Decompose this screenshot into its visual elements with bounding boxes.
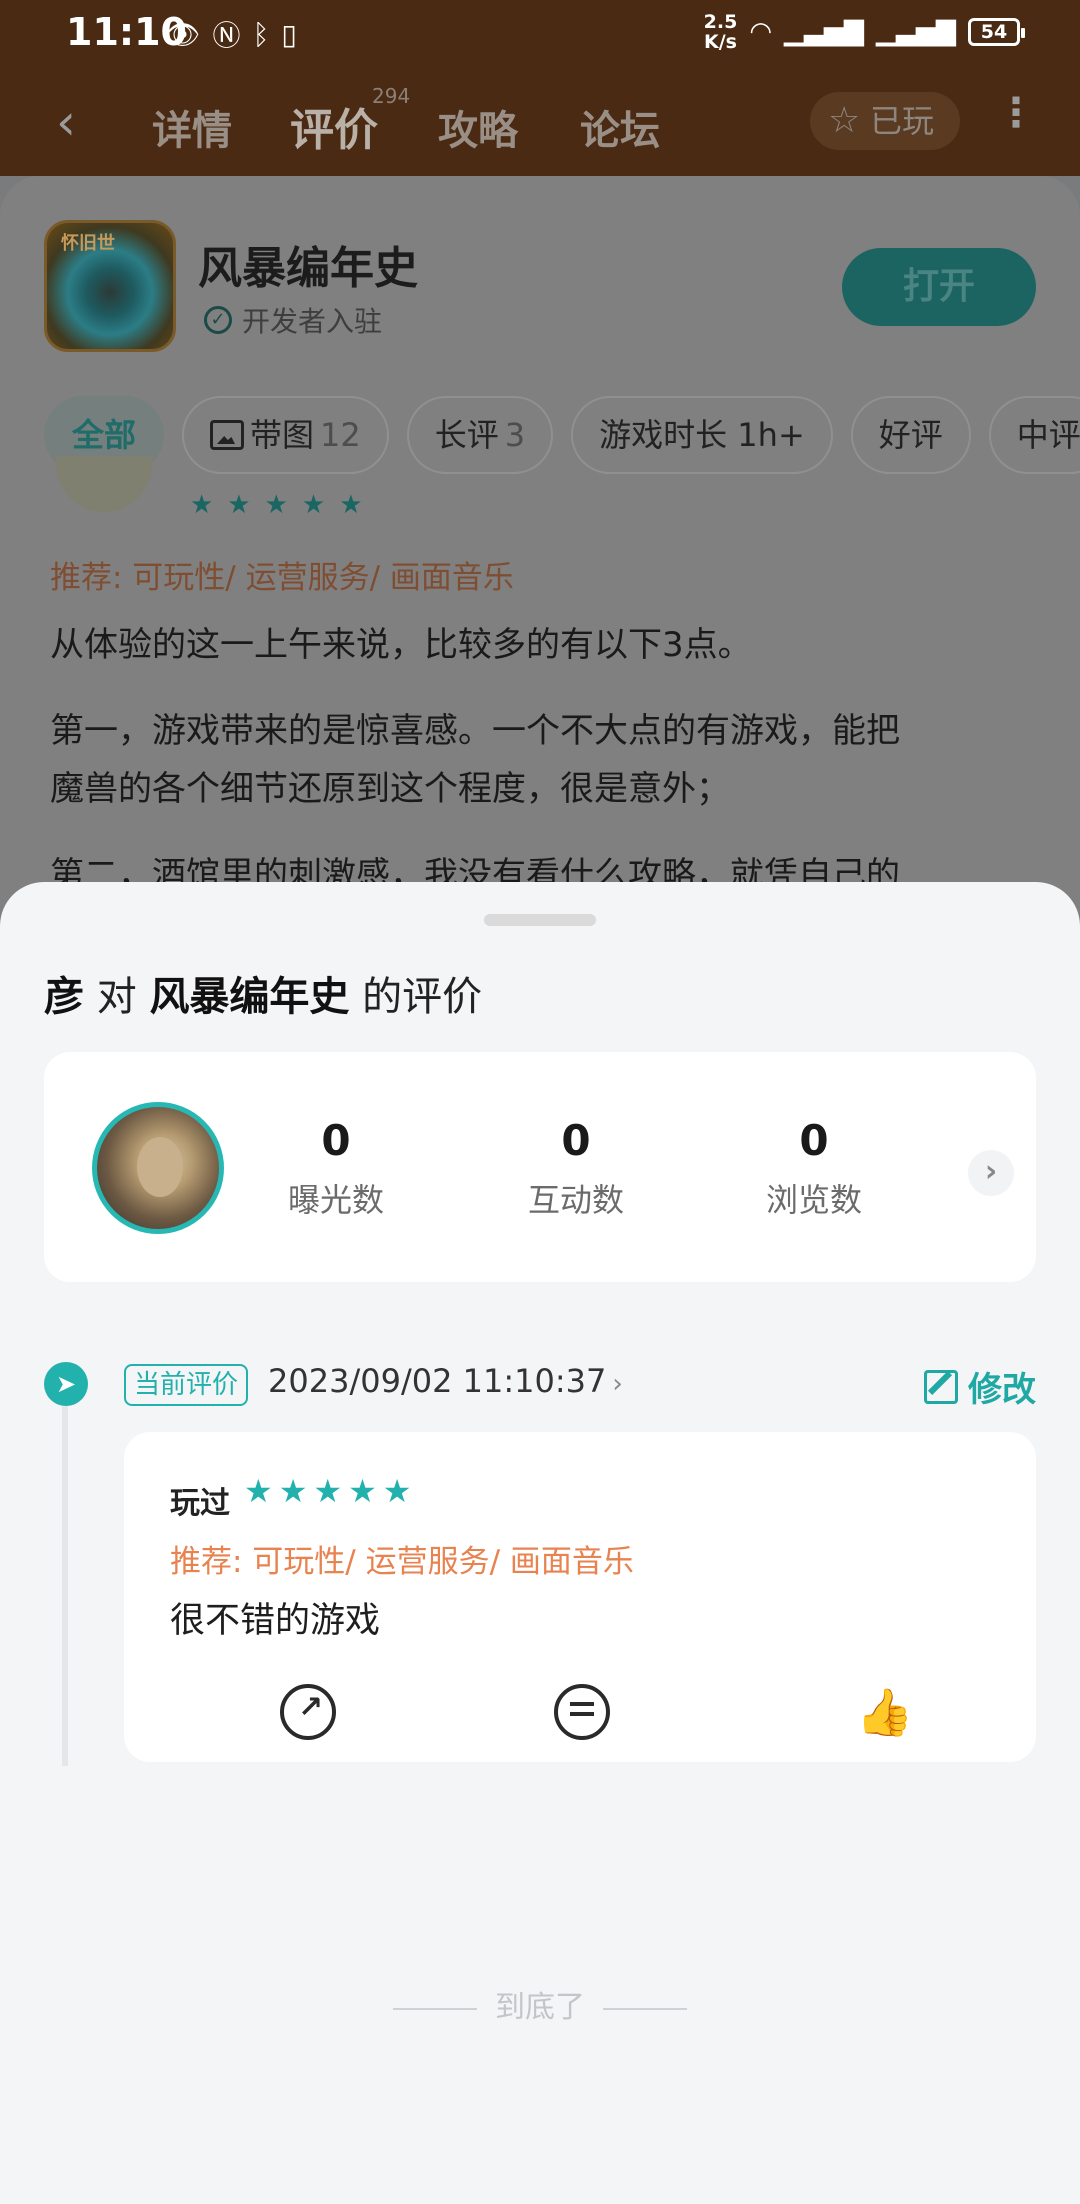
app-header-card: 怀旧世 风暴编年史 ✓ 开发者入驻 打开 全部 带图 12 长评 3 游戏时长 1h… <box>0 176 1080 496</box>
filter-label: 好评 <box>878 416 943 454</box>
user-name: 彦 <box>44 974 84 1020</box>
check-circle-icon: ✓ <box>204 306 232 334</box>
star-outline-icon: ☆ <box>828 100 861 141</box>
review-text: 很不错的游戏 <box>170 1601 381 1641</box>
filter-chips: 全部 带图 12 长评 3 游戏时长 1h+ 好评 中评 <box>44 396 1080 474</box>
edit-icon <box>924 1369 958 1404</box>
comment-icon[interactable] <box>554 1684 610 1740</box>
played-label: 玩过 <box>170 1486 230 1521</box>
recommend-tags: 推荐: 可玩性/ 运营服务/ 画面音乐 <box>50 560 514 596</box>
title-connector: 对 <box>96 974 137 1020</box>
end-text: 到底了 <box>495 1990 585 2025</box>
thumbs-up-icon[interactable]: 👍 <box>856 1684 913 1740</box>
stat-label: 浏览数 <box>765 1181 862 1219</box>
app-icon: 怀旧世 <box>44 220 176 352</box>
eye-icon: 👁 <box>165 17 201 51</box>
filter-neutral[interactable]: 中评 <box>988 396 1080 474</box>
review-count-badge: 294 <box>372 84 411 108</box>
played-button[interactable]: ☆ 已玩 <box>810 92 960 150</box>
open-button[interactable]: 打开 <box>842 248 1036 326</box>
signal-5g-icon: ▁▃▅▇ <box>784 17 865 47</box>
net-speed-value: 2.5 <box>703 11 738 33</box>
status-right: 2.5 K/s ◠ ▁▃▅▇ ▁▃▅▇ 54 <box>704 12 1025 52</box>
tab-forum[interactable]: 论坛 <box>580 98 660 156</box>
stat-interactions: 0 互动数 <box>506 1116 646 1221</box>
tab-details[interactable]: 详情 <box>152 98 232 156</box>
filter-with-images[interactable]: 带图 12 <box>182 396 389 474</box>
stat-label: 互动数 <box>527 1181 624 1219</box>
edit-label: 修改 <box>968 1370 1036 1410</box>
more-menu-icon[interactable]: ⋮ <box>996 90 1036 136</box>
played-label: 已玩 <box>870 102 935 140</box>
avatar <box>56 456 152 512</box>
top-bar: 11:10 👁 Ⓝ ᛒ ▯ 2.5 K/s ◠ ▁▃▅▇ ▁▃▅▇ 54 ‹ 详… <box>0 0 1080 176</box>
developer-row: ✓ 开发者入驻 <box>204 300 382 340</box>
back-arrow-icon[interactable]: ‹ <box>56 96 96 148</box>
stat-views: 0 浏览数 <box>744 1116 884 1221</box>
review-date-text: 2023/09/02 11:10:37 <box>268 1362 607 1400</box>
image-icon <box>210 420 245 450</box>
game-name: 风暴编年史 <box>149 974 350 1020</box>
filter-label: 中评 <box>1016 416 1080 454</box>
recommend-tags: 推荐: 可玩性/ 运营服务/ 画面音乐 <box>170 1544 634 1580</box>
signal-4g-icon: ▁▃▅▇ <box>876 17 956 47</box>
filter-label: 游戏时长 1h+ <box>599 416 805 454</box>
tab-guides[interactable]: 攻略 <box>438 98 518 156</box>
vibrate-icon: ▯ <box>281 17 297 51</box>
stat-exposure: 0 曝光数 <box>266 1116 406 1221</box>
filter-long-review[interactable]: 长评 3 <box>406 396 554 474</box>
wifi-icon: ◠ <box>749 17 773 47</box>
net-speed: 2.5 K/s <box>704 12 738 52</box>
title-suffix: 的评价 <box>362 974 483 1020</box>
nfc-icon: Ⓝ <box>212 19 241 52</box>
review-card: 玩过 ★★★★★ 推荐: 可玩性/ 运营服务/ 画面音乐 很不错的游戏 👍 <box>124 1432 1036 1762</box>
net-speed-unit: K/s <box>704 31 737 53</box>
stat-value: 0 <box>321 1116 351 1165</box>
bluetooth-icon: ᛒ <box>252 17 270 51</box>
chevron-right-icon[interactable]: › <box>968 1150 1014 1196</box>
status-left-icons: 👁 Ⓝ ᛒ ▯ <box>165 14 297 54</box>
send-icon: ➤ <box>44 1362 88 1406</box>
status-bar: 11:10 👁 Ⓝ ᛒ ▯ 2.5 K/s ◠ ▁▃▅▇ ▁▃▅▇ 54 <box>0 0 1080 62</box>
filter-playtime[interactable]: 游戏时长 1h+ <box>571 396 833 474</box>
stats-card[interactable]: 0 曝光数 0 互动数 0 浏览数 › <box>44 1052 1036 1282</box>
avatar <box>92 1102 224 1234</box>
filter-count: 3 <box>504 416 526 454</box>
rating-stars: ★★★★★ <box>244 1472 418 1510</box>
rating-stars: ★★★★★ <box>190 490 377 520</box>
end-of-list: 到底了 <box>0 1982 1080 2026</box>
app-title: 风暴编年史 <box>198 243 418 294</box>
stat-label: 曝光数 <box>287 1181 384 1219</box>
review-date[interactable]: 2023/09/02 11:10:37 › <box>268 1362 623 1400</box>
filter-label: 长评 <box>434 416 499 454</box>
filter-label: 带图 <box>250 416 315 454</box>
edit-button[interactable]: 修改 <box>924 1362 1036 1411</box>
review-paragraph: 从体验的这一上午来说，比较多的有以下3点。 <box>50 625 752 665</box>
review-actions: 👍 <box>124 1684 1036 1744</box>
chevron-right-icon: › <box>612 1369 623 1399</box>
nav-bar: ‹ 详情 评价 294 攻略 论坛 ☆ 已玩 ⋮ <box>0 80 1080 166</box>
stat-value: 0 <box>561 1116 591 1165</box>
background-review: ★★★★★ 推荐: 可玩性/ 运营服务/ 画面音乐 从体验的这一上午来说，比较多… <box>0 456 1080 916</box>
review-paragraph: 第一，游戏带来的是惊喜感。一个不大点的有游戏，能把 <box>50 711 900 751</box>
share-icon[interactable] <box>280 1684 336 1740</box>
filter-positive[interactable]: 好评 <box>850 396 971 474</box>
stat-value: 0 <box>799 1116 829 1165</box>
current-review-tag: 当前评价 <box>124 1364 249 1406</box>
bottom-sheet: 彦 对 风暴编年史 的评价 0 曝光数 0 互动数 0 浏览数 › ➤ 当前评价… <box>0 882 1080 2204</box>
battery-icon: 54 <box>968 18 1025 46</box>
app-icon-label: 怀旧世 <box>61 233 115 254</box>
developer-badge: 开发者入驻 <box>242 305 383 338</box>
review-paragraph: 魔兽的各个细节还原到这个程度，很是意外； <box>50 769 730 809</box>
sheet-title: 彦 对 风暴编年史 的评价 <box>44 964 482 1022</box>
tab-reviews[interactable]: 评价 <box>290 94 378 158</box>
filter-count: 12 <box>320 416 361 454</box>
timeline-line <box>62 1406 68 1766</box>
sheet-drag-handle[interactable] <box>484 914 596 926</box>
